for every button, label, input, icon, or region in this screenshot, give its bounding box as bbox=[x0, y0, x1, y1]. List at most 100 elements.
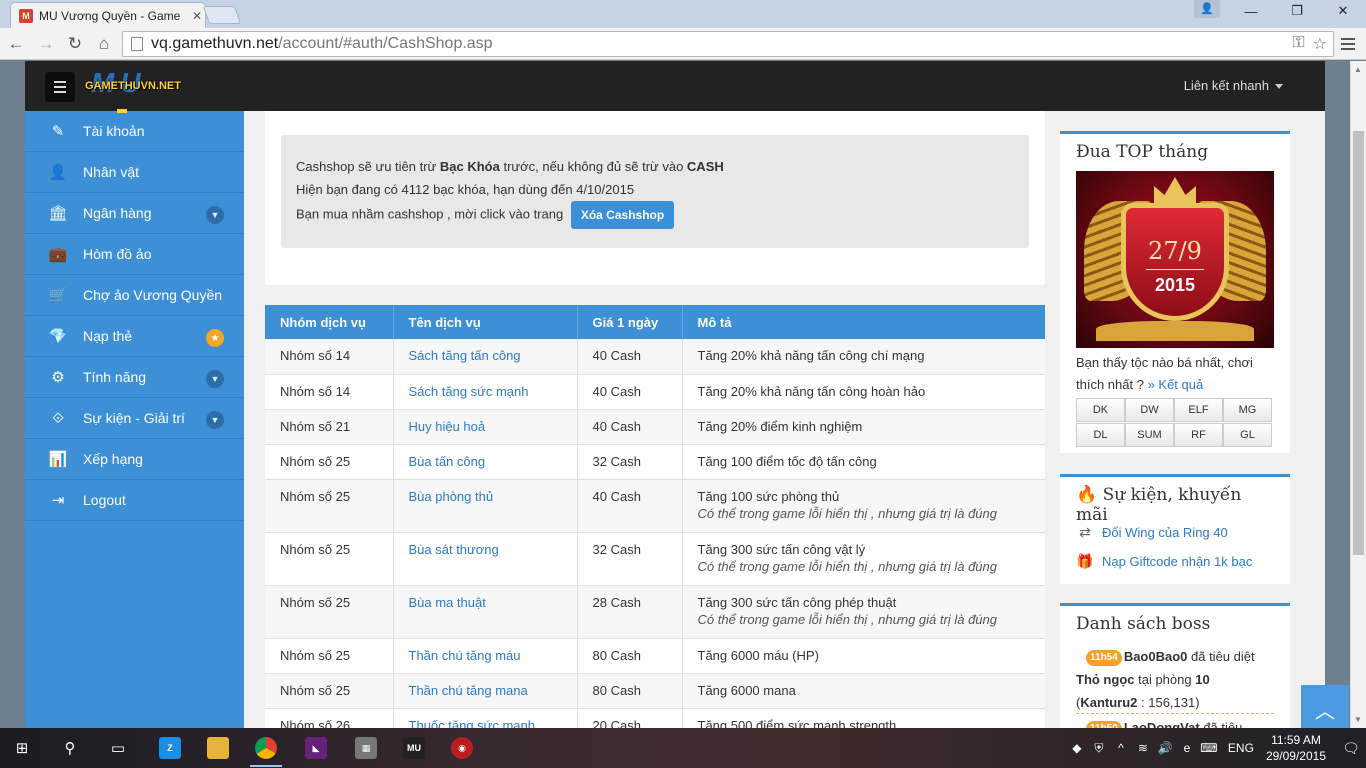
service-name-link[interactable]: Bùa tấn công bbox=[409, 454, 486, 469]
chevron-down-icon[interactable]: ▼ bbox=[206, 206, 224, 224]
sidebar-item-logout[interactable]: ⇥ Logout bbox=[25, 480, 244, 521]
service-name-link[interactable]: Sách tăng sức mạnh bbox=[409, 384, 529, 399]
bookmark-star-icon[interactable]: ☆ bbox=[1313, 34, 1327, 54]
show-hidden-icons-icon[interactable]: ^ bbox=[1110, 741, 1132, 755]
language-indicator[interactable]: ENG bbox=[1228, 741, 1254, 755]
event-item-giftcode[interactable]: 🎁 Nạp Giftcode nhận 1k bạc bbox=[1076, 553, 1252, 570]
scroll-up-icon[interactable]: ▲ bbox=[1354, 65, 1362, 74]
visual-studio-icon[interactable]: ◣ bbox=[296, 732, 336, 764]
service-name-link[interactable]: Thần chú tăng mana bbox=[409, 683, 528, 698]
system-clock[interactable]: 11:59 AM 29/09/2015 bbox=[1266, 732, 1326, 764]
class-button-dw[interactable]: DW bbox=[1125, 398, 1174, 422]
class-button-rf[interactable]: RF bbox=[1174, 423, 1223, 447]
quicklinks-label: Liên kết nhanh bbox=[1183, 78, 1269, 93]
sidebar-item-ranking[interactable]: 📊 Xếp hạng bbox=[25, 439, 244, 480]
site-logo[interactable]: MU GAMETHUVN.NET bbox=[85, 67, 205, 101]
chevron-down-icon[interactable]: ▼ bbox=[206, 370, 224, 388]
site-container: MU GAMETHUVN.NET Liên kết nhanh ✎ Tài kh… bbox=[25, 61, 1325, 728]
game-launcher-icon[interactable]: ◉ bbox=[442, 732, 482, 764]
class-buttons: DK DW ELF MG DL SUM RF GL bbox=[1076, 398, 1274, 447]
sidebar-item-character[interactable]: 👤 Nhân vật bbox=[25, 152, 244, 193]
user-profile-icon[interactable]: 👤 bbox=[1194, 0, 1220, 18]
volume-icon[interactable]: 🔊 bbox=[1154, 741, 1176, 755]
top-month-banner[interactable]: 27/9 2015 bbox=[1076, 171, 1274, 348]
events-icon: ⟐ bbox=[52, 409, 64, 427]
results-link[interactable]: » Kết quả bbox=[1148, 377, 1204, 392]
class-button-gl[interactable]: GL bbox=[1223, 423, 1272, 447]
new-tab-button[interactable] bbox=[202, 6, 242, 24]
class-button-elf[interactable]: ELF bbox=[1174, 398, 1223, 422]
page-scrollbar[interactable]: ▲ ▼ bbox=[1350, 61, 1366, 728]
maximize-icon[interactable]: ❐ bbox=[1274, 0, 1320, 22]
forward-arrow-icon[interactable]: → bbox=[34, 32, 58, 56]
chrome-app-icon[interactable] bbox=[246, 732, 286, 767]
sidebar-item-label: Tài khoản bbox=[83, 123, 145, 139]
clock-time: 11:59 AM bbox=[1271, 733, 1321, 747]
user-icon: 👤 bbox=[48, 164, 68, 181]
sidebar-item-bank[interactable]: 🏛 Ngân hàng ▼ bbox=[25, 193, 244, 234]
keyboard-icon[interactable]: ⌨ bbox=[1198, 741, 1220, 755]
bank-icon: 🏛 bbox=[48, 205, 68, 222]
hamburger-menu-icon[interactable] bbox=[45, 72, 75, 102]
quicklinks-dropdown[interactable]: Liên kết nhanh bbox=[1184, 78, 1283, 93]
browser-menu-icon[interactable] bbox=[1336, 32, 1360, 56]
reload-icon[interactable]: ↻ bbox=[63, 32, 87, 56]
mu-game-icon[interactable]: MU bbox=[394, 732, 434, 764]
service-name-link[interactable]: Bùa phòng thủ bbox=[409, 489, 494, 504]
archive-app-icon[interactable]: ▦ bbox=[346, 732, 386, 764]
clear-cashshop-button[interactable]: Xóa Cashshop bbox=[570, 201, 675, 229]
service-name-link[interactable]: Sách tăng tấn công bbox=[409, 348, 521, 363]
search-icon[interactable]: ⚲ bbox=[50, 732, 90, 764]
tray-app-icon[interactable]: ◆ bbox=[1066, 741, 1088, 755]
windows-start-icon[interactable]: ⊞ bbox=[2, 732, 42, 764]
sidebar-item-topup[interactable]: 💎 Nạp thẻ ★ bbox=[25, 316, 244, 357]
page-icon bbox=[131, 37, 143, 51]
service-group: Nhóm số 25 bbox=[265, 638, 394, 674]
key-icon[interactable]: ⚿ bbox=[1292, 34, 1304, 54]
service-name-link[interactable]: Bùa sát thương bbox=[409, 542, 499, 557]
sidebar-item-virtual-chest[interactable]: 💼 Hòm đồ ảo bbox=[25, 234, 244, 275]
tab-close-icon[interactable]: ✕ bbox=[189, 9, 205, 23]
zalo-app-icon[interactable]: Z bbox=[150, 732, 190, 764]
class-button-dl[interactable]: DL bbox=[1076, 423, 1125, 447]
table-row: Nhóm số 25 Thần chú tăng máu 80 Cash Tăng 6… bbox=[265, 638, 1045, 674]
minimize-icon[interactable]: — bbox=[1228, 0, 1274, 22]
service-description: Tăng 6000 máu (HP) bbox=[697, 647, 819, 663]
event-item-wing-exchange[interactable]: ⇄ Đổi Wing của Ring 40 bbox=[1076, 524, 1228, 541]
service-price: 32 Cash bbox=[577, 444, 683, 480]
service-name-cell: Huy hiệu hoả bbox=[393, 409, 578, 445]
sidebar-item-account[interactable]: ✎ Tài khoản bbox=[25, 111, 244, 152]
service-group: Nhóm số 25 bbox=[265, 673, 394, 709]
home-icon[interactable]: ⌂ bbox=[92, 32, 116, 56]
notifications-icon[interactable]: 🗨 bbox=[1336, 728, 1366, 768]
task-view-icon[interactable]: ▭ bbox=[98, 732, 138, 764]
browser-tabbar: M MU Vương Quyền - Game ✕ 👤 — ❐ ✕ bbox=[0, 0, 1366, 28]
service-name-link[interactable]: Bùa ma thuật bbox=[409, 595, 486, 610]
scroll-down-icon[interactable]: ▼ bbox=[1354, 715, 1362, 724]
scrollbar-thumb[interactable] bbox=[1353, 131, 1364, 555]
sidebar-item-label: Logout bbox=[83, 492, 126, 508]
address-bar[interactable]: vq.gamethuvn.net/account/#auth/CashShop.… bbox=[122, 31, 1334, 57]
service-name-link[interactable]: Thần chú tăng máu bbox=[409, 648, 521, 663]
sidebar-item-features[interactable]: ⚙ Tính năng ▼ bbox=[25, 357, 244, 398]
service-name-link[interactable]: Huy hiệu hoả bbox=[409, 419, 486, 434]
close-window-icon[interactable]: ✕ bbox=[1320, 0, 1366, 22]
class-button-dk[interactable]: DK bbox=[1076, 398, 1125, 422]
class-button-mg[interactable]: MG bbox=[1223, 398, 1272, 422]
service-description-cell: Tăng 100 điểm tốc độ tấn công bbox=[682, 444, 1045, 480]
sidebar-item-market[interactable]: 🛒 Chợ ảo Vương Quyền bbox=[25, 275, 244, 316]
file-explorer-icon[interactable] bbox=[198, 732, 238, 764]
class-button-sum[interactable]: SUM bbox=[1125, 423, 1174, 447]
service-description-cell: Tăng 300 sức tấn công phép thuật Có thể t… bbox=[682, 585, 1045, 639]
service-name-link[interactable]: Thuốc tăng sức mạnh bbox=[409, 718, 536, 729]
back-arrow-icon[interactable]: ← bbox=[4, 32, 28, 56]
cart-icon: 🛒 bbox=[48, 287, 68, 304]
sidebar-item-events[interactable]: ⟐ Sự kiện - Giải trí ▼ bbox=[25, 398, 244, 439]
browser-tab[interactable]: M MU Vương Quyền - Game ✕ bbox=[10, 2, 206, 28]
back-to-top-button[interactable]: ︿ bbox=[1301, 685, 1349, 733]
ime-icon[interactable]: e bbox=[1176, 741, 1198, 755]
tray-shield-icon[interactable]: ⛨ bbox=[1088, 741, 1110, 756]
chevron-down-icon[interactable]: ▼ bbox=[206, 411, 224, 429]
banner-ribbon bbox=[1096, 321, 1254, 341]
wifi-icon[interactable]: ≋ bbox=[1132, 741, 1154, 755]
